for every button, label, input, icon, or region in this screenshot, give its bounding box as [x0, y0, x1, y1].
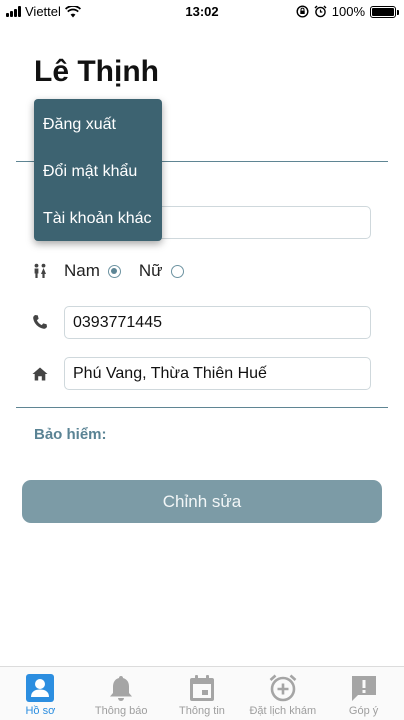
battery-icon	[370, 5, 399, 18]
menu-item-other-account[interactable]: Tài khoản khác	[34, 195, 162, 242]
gender-male-radio[interactable]	[107, 264, 121, 278]
tab-info[interactable]: Thông tin	[162, 667, 243, 720]
gender-icon	[34, 263, 46, 278]
page-title: Lê Thịnh	[34, 55, 159, 88]
status-bar: Viettel 13:02 100%	[0, 0, 404, 22]
edit-button[interactable]: Chỉnh sửa	[22, 480, 382, 523]
calendar-icon	[186, 672, 218, 704]
alarm-add-icon	[267, 672, 299, 704]
alarm-icon	[314, 5, 327, 18]
tab-feedback[interactable]: Góp ý	[323, 667, 404, 720]
account-menu: Đăng xuất Đổi mật khẩu Tài khoản khác	[34, 99, 162, 241]
phone-input[interactable]: 0393771445	[64, 306, 371, 339]
bell-icon	[105, 672, 137, 704]
bottom-tab-bar: Hồ sơ Thông báo Thông tin Đặt lịch khám …	[0, 666, 404, 720]
menu-item-logout[interactable]: Đăng xuất	[34, 101, 162, 148]
tab-profile-label: Hồ sơ	[25, 705, 56, 717]
address-input[interactable]: Phú Vang, Thừa Thiên Huế	[64, 357, 371, 390]
tab-feedback-label: Góp ý	[348, 705, 379, 717]
tab-notifications-label: Thông báo	[94, 705, 148, 717]
home-icon	[32, 367, 48, 381]
phone-icon	[33, 315, 47, 329]
gender-female-radio[interactable]	[170, 264, 184, 278]
section-divider	[16, 407, 388, 408]
feedback-icon	[348, 672, 380, 704]
menu-item-change-password[interactable]: Đổi mật khẩu	[34, 148, 162, 195]
gender-female-label: Nữ	[138, 261, 163, 280]
orientation-lock-icon	[296, 5, 309, 18]
status-right: 100%	[296, 4, 399, 19]
tab-booking[interactable]: Đặt lịch khám	[242, 667, 323, 720]
profile-icon	[24, 672, 56, 704]
insurance-label: Bảo hiểm:	[34, 426, 107, 443]
tab-profile[interactable]: Hồ sơ	[0, 667, 81, 720]
gender-male-label: Nam	[64, 261, 100, 280]
battery-percent: 100%	[331, 4, 365, 19]
tab-info-label: Thông tin	[179, 705, 225, 717]
tab-booking-label: Đặt lịch khám	[249, 705, 317, 717]
gender-options: Nam Nữ	[64, 261, 202, 281]
tab-notifications[interactable]: Thông báo	[81, 667, 162, 720]
